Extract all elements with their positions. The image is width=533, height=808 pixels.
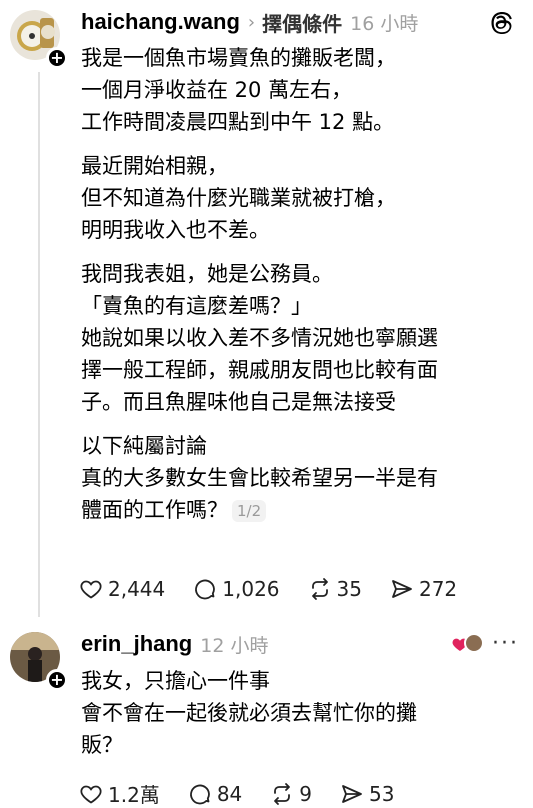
heart-icon <box>80 580 102 599</box>
like-count: 2,444 <box>108 577 166 601</box>
text-line: 子。而且魚腥味他自己是無法接受 <box>81 390 396 414</box>
send-icon <box>342 784 362 803</box>
text-line: 她說如果以收入差不多情況她也寧願選 <box>81 326 438 350</box>
text-line: 我是一個魚市場賣魚的攤販老闆， <box>81 46 396 70</box>
post-header: erin_jhang 12 小時 <box>81 629 268 659</box>
follow-plus-icon[interactable]: + <box>46 47 68 69</box>
action-bar: 2,444 1,026 35 272 <box>79 577 485 601</box>
repost-count: 35 <box>336 577 362 601</box>
like-count: 1.2萬 <box>108 783 160 807</box>
paragraph: 我問我表姐，她是公務員。 「賣魚的有這麼差嗎？」 她說如果以收入差不多情況她也寧… <box>81 258 521 418</box>
share-button[interactable]: 272 <box>390 577 457 601</box>
share-count: 272 <box>418 577 458 601</box>
text-line: 我問我表姐，她是公務員。 <box>81 262 333 286</box>
repost-button[interactable]: 35 <box>308 577 362 601</box>
text-line: 明明我收入也不差。 <box>81 218 270 242</box>
comment-button[interactable]: 84 <box>188 782 242 806</box>
repost-count: 9 <box>299 781 312 806</box>
repost-icon <box>274 782 291 805</box>
page-indicator[interactable]: 1/2 <box>232 500 267 522</box>
like-button[interactable]: 2,444 <box>79 577 165 601</box>
comment-count: 84 <box>216 781 243 806</box>
text-line: 一個月淨收益在 20 萬左右， <box>81 78 353 102</box>
share-button[interactable]: 53 <box>340 782 394 806</box>
like-button[interactable]: 1.2萬 <box>79 779 160 808</box>
text-line: 我女，只擔心一件事 <box>81 669 270 693</box>
text-line: 擇一般工程師，親戚朋友問也比較有面 <box>81 358 438 382</box>
text-line: 但不知道為什麼光職業就被打槍， <box>81 186 396 210</box>
paragraph: 以下純屬討論 真的大多數女生會比較希望另一半是有 體面的工作嗎？ 1/2 <box>81 430 521 527</box>
heart-icon <box>80 785 102 804</box>
reply-body: 我女，只擔心一件事 會不會在一起後就必須去幫忙你的攤 販？ <box>81 665 521 761</box>
liked-by-author-icon <box>452 633 484 653</box>
follow-plus-icon[interactable]: + <box>46 669 68 691</box>
comment-bubble-icon <box>195 579 216 600</box>
chevron-right-icon: › <box>247 11 256 33</box>
thread-post: + haichang.wang › 擇偶條件 16 小時 我是一個魚市場賣魚的攤… <box>0 0 533 625</box>
paragraph: 我是一個魚市場賣魚的攤販老闆， 一個月淨收益在 20 萬左右， 工作時間凌晨四點… <box>81 42 521 138</box>
username[interactable]: haichang.wang <box>81 9 240 35</box>
text-line: 會不會在一起後就必須去幫忙你的攤 <box>81 701 417 725</box>
text-line: 以下純屬討論 <box>81 434 207 458</box>
comment-count: 1,026 <box>222 577 280 601</box>
text-line: 真的大多數女生會比較希望另一半是有 <box>81 466 438 490</box>
text-line: 「賣魚的有這麼差嗎？」 <box>81 294 312 318</box>
username[interactable]: erin_jhang <box>81 631 192 657</box>
timestamp: 16 小時 <box>350 12 419 35</box>
repost-button[interactable]: 9 <box>270 782 312 806</box>
repost-icon <box>311 578 328 600</box>
threads-logo-icon[interactable] <box>488 9 516 37</box>
comment-bubble-icon <box>189 784 210 804</box>
more-dots-icon[interactable]: ··· <box>492 631 519 656</box>
topic-tag[interactable]: 擇偶條件 <box>262 8 342 37</box>
send-icon <box>392 580 412 598</box>
share-count: 53 <box>369 781 395 806</box>
post-header: haichang.wang › 擇偶條件 16 小時 <box>81 7 418 37</box>
text-line: 體面的工作嗎？ <box>81 498 228 522</box>
timestamp: 12 小時 <box>200 634 269 657</box>
paragraph: 最近開始相親， 但不知道為什麼光職業就被打槍， 明明我收入也不差。 <box>81 150 521 246</box>
thread-line <box>38 72 40 617</box>
comment-button[interactable]: 1,026 <box>193 577 280 601</box>
post-body: 我是一個魚市場賣魚的攤販老闆， 一個月淨收益在 20 萬左右， 工作時間凌晨四點… <box>81 42 521 527</box>
text-line: 工作時間凌晨四點到中午 12 點。 <box>81 110 395 134</box>
text-line: 販？ <box>81 733 123 757</box>
text-line: 最近開始相親， <box>81 154 228 178</box>
action-bar: 1.2萬 84 9 53 <box>79 779 422 808</box>
